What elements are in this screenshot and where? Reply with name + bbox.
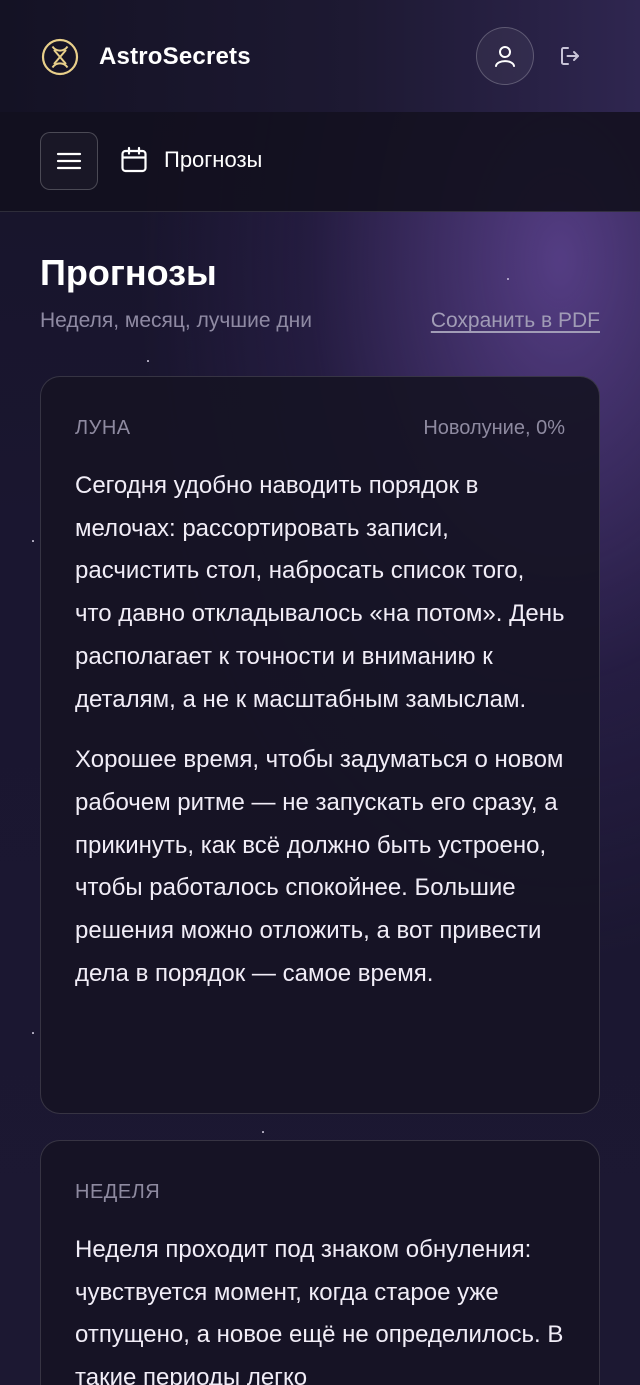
brand-name: AstroSecrets [99, 43, 251, 70]
star [507, 278, 509, 280]
logout-button[interactable] [554, 40, 586, 72]
save-pdf-link[interactable]: Сохранить в PDF [431, 309, 600, 333]
card-kicker: НЕДЕЛЯ [75, 1180, 161, 1203]
user-icon [495, 46, 515, 67]
card-kicker: ЛУНА [75, 416, 131, 439]
card-paragraph: Хорошее время, чтобы задуматься о новом … [75, 746, 564, 987]
top-bar: AstroSecrets [0, 0, 640, 112]
logout-icon [561, 47, 579, 65]
card-paragraph: Неделя проходит под знаком обнуления: чу… [75, 1236, 564, 1385]
sub-navigation: Прогнозы [0, 112, 640, 212]
star [262, 1131, 264, 1133]
moon-card: ЛУНА Новолуние, 0% Сегодня удобно наводи… [40, 376, 600, 1114]
menu-icon [56, 152, 82, 170]
star [147, 360, 149, 362]
moon-phase: Новолуние, 0% [423, 416, 565, 439]
profile-button[interactable] [476, 27, 534, 85]
breadcrumb-label: Прогнозы [164, 147, 263, 172]
card-header: НЕДЕЛЯ [75, 1177, 565, 1207]
brand[interactable]: AstroSecrets [40, 37, 251, 77]
star [32, 540, 34, 542]
card-header: ЛУНА Новолуние, 0% [75, 413, 565, 443]
breadcrumb: Прогнозы [120, 146, 262, 174]
page-subtitle: Неделя, месяц, лучшие дни [40, 309, 312, 332]
page-title: Прогнозы [40, 252, 217, 293]
card-paragraph: Сегодня удобно наводить порядок в мелоча… [75, 472, 565, 713]
calendar-icon [121, 146, 147, 173]
week-card: НЕДЕЛЯ Неделя проходит под знаком обнуле… [40, 1140, 600, 1385]
astro-logo-icon [41, 38, 79, 76]
star [32, 1032, 34, 1034]
menu-button[interactable] [40, 132, 98, 190]
